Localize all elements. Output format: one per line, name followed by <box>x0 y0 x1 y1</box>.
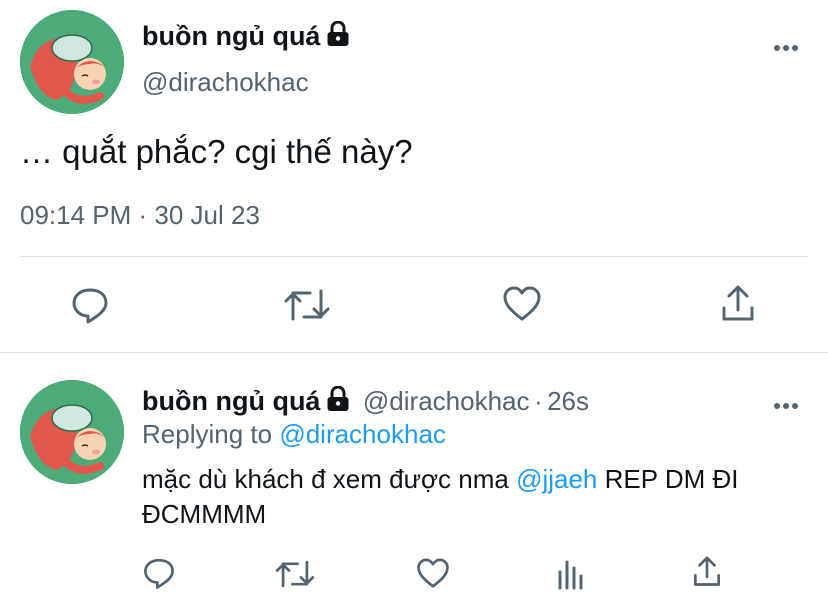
tweet-timestamp[interactable]: 09:14 PM · 30 Jul 23 <box>20 200 260 231</box>
handle[interactable]: @dirachokhac <box>142 67 309 98</box>
mention-link[interactable]: @jjaeh <box>516 464 597 494</box>
ponyo-avatar-image <box>20 380 124 484</box>
reply-avatar[interactable] <box>20 380 124 484</box>
reply-display-name[interactable]: buồn ngủ quá <box>142 386 320 416</box>
lock-icon <box>327 386 349 411</box>
display-name-text: buồn ngủ quá <box>142 21 321 51</box>
share-icon[interactable] <box>692 555 722 589</box>
lock-icon <box>327 21 349 46</box>
retweet-icon[interactable] <box>275 557 315 591</box>
reply-text: mặc dù khách đ xem được nma @jjaeh REP D… <box>142 462 812 532</box>
share-icon[interactable] <box>720 284 756 324</box>
like-icon[interactable] <box>502 286 542 322</box>
like-icon[interactable] <box>416 558 450 589</box>
reply-header: buồn ngủ quá @dirachokhac · 26s <box>142 386 589 417</box>
divider <box>20 256 808 257</box>
replying-to: Replying to @dirachokhac <box>142 419 446 450</box>
retweet-icon[interactable] <box>284 285 330 325</box>
analytics-icon[interactable] <box>556 556 586 590</box>
replying-to-link[interactable]: @dirachokhac <box>279 419 446 449</box>
reply-icon[interactable] <box>142 556 176 590</box>
reply-text-before: mặc dù khách đ xem được nma <box>142 464 517 494</box>
reply-handle[interactable]: @dirachokhac <box>363 386 530 416</box>
ponyo-avatar-image <box>20 10 124 114</box>
more-options-icon[interactable] <box>774 396 804 409</box>
avatar[interactable] <box>20 10 124 114</box>
tweet-text: … quắt phắc? cgi thế này? <box>20 133 413 170</box>
replying-to-prefix: Replying to <box>142 419 273 449</box>
more-options-icon[interactable] <box>774 38 804 51</box>
reply-icon[interactable] <box>70 285 110 325</box>
reply-time[interactable]: 26s <box>547 386 589 416</box>
display-name[interactable]: buồn ngủ quá <box>142 21 350 52</box>
divider <box>0 352 828 353</box>
separator-dot: · <box>533 386 543 416</box>
